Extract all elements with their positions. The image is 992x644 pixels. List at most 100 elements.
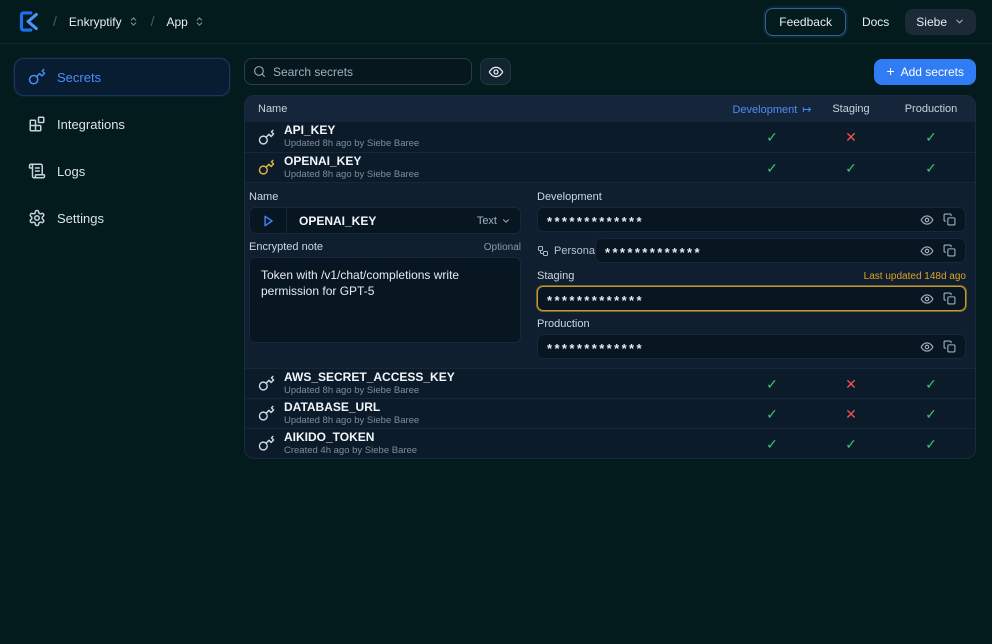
sidebar-item-integrations[interactable]: Integrations <box>14 105 230 143</box>
main-content: Add secrets Name Development Staging Pro… <box>244 44 992 459</box>
sidebar-item-settings[interactable]: Settings <box>14 199 230 237</box>
add-secrets-button[interactable]: Add secrets <box>874 59 976 85</box>
table-row-aws-secret-access-key[interactable]: AWS_SECRET_ACCESS_KEY Updated 8h ago by … <box>245 368 975 398</box>
note-optional-hint: Optional <box>484 242 521 253</box>
eye-icon <box>488 64 504 80</box>
status-production <box>887 407 975 421</box>
copy-icon <box>943 213 956 226</box>
chevrons-up-down-icon <box>128 16 139 27</box>
copy-icon <box>943 340 956 353</box>
sidebar: Secrets Integrations Logs Settings <box>0 44 244 459</box>
copy-production-button[interactable] <box>943 340 956 353</box>
status-development <box>729 161 815 175</box>
staging-last-updated: Last updated 148d ago <box>864 271 966 282</box>
table-row-database-url[interactable]: DATABASE_URL Updated 8h ago by Siebe Bar… <box>245 398 975 428</box>
secret-name: DATABASE_URL <box>284 401 419 415</box>
user-menu-button[interactable]: Siebe <box>905 9 976 35</box>
sidebar-item-secrets[interactable]: Secrets <box>14 58 230 96</box>
secret-name-input[interactable] <box>287 214 477 228</box>
enkryptify-logo-icon[interactable] <box>16 9 41 34</box>
copy-development-button[interactable] <box>943 213 956 226</box>
add-secrets-label: Add secrets <box>901 65 964 79</box>
copy-personal-button[interactable] <box>943 244 956 257</box>
search-input[interactable] <box>244 58 472 85</box>
secret-name: AIKIDO_TOKEN <box>284 431 417 445</box>
secret-type-select[interactable]: Text <box>477 215 520 227</box>
status-staging <box>815 407 887 421</box>
column-header-development[interactable]: Development <box>729 103 815 116</box>
status-development <box>729 407 815 421</box>
status-staging <box>815 161 887 175</box>
status-production <box>887 377 975 391</box>
eye-icon <box>920 244 934 258</box>
project-name: App <box>166 15 187 29</box>
docs-link[interactable]: Docs <box>862 15 889 29</box>
column-header-production[interactable]: Production <box>887 103 975 115</box>
reveal-staging-button[interactable] <box>920 292 934 306</box>
personal-secret-input[interactable]: ************* <box>595 238 966 263</box>
project-selector[interactable]: App <box>166 15 204 29</box>
secret-type-value: Text <box>477 215 497 227</box>
secret-meta: Updated 8h ago by Siebe Baree <box>284 138 419 149</box>
secret-meta: Updated 8h ago by Siebe Baree <box>284 169 419 180</box>
copy-icon <box>943 292 956 305</box>
table-header: Name Development Staging Production <box>245 96 975 122</box>
status-development <box>729 437 815 451</box>
sidebar-item-logs[interactable]: Logs <box>14 152 230 190</box>
development-field-label: Development <box>537 191 602 203</box>
blocks-icon <box>28 115 46 133</box>
status-staging <box>815 130 887 144</box>
personal-label: Personal <box>554 245 597 257</box>
breadcrumb-separator <box>151 13 155 31</box>
staging-secret-value: ************* <box>547 293 911 308</box>
production-field-label: Production <box>537 318 590 330</box>
table-row-api-key[interactable]: API_KEY Updated 8h ago by Siebe Baree <box>245 122 975 152</box>
encrypted-note-textarea[interactable]: Token with /v1/chat/completions write pe… <box>249 257 521 343</box>
workspace-name: Enkryptify <box>69 15 122 29</box>
note-field-label: Encrypted note <box>249 241 323 253</box>
status-production <box>887 437 975 451</box>
secret-meta: Updated 8h ago by Siebe Baree <box>284 415 419 426</box>
plus-icon <box>886 64 894 79</box>
secret-name: OPENAI_KEY <box>284 155 419 169</box>
column-header-name: Name <box>258 103 729 115</box>
reveal-production-button[interactable] <box>920 340 934 354</box>
production-secret-input[interactable]: ************* <box>537 334 966 359</box>
staging-secret-input[interactable]: ************* <box>537 286 966 311</box>
table-row-aikido-token[interactable]: AIKIDO_TOKEN Created 4h ago by Siebe Bar… <box>245 428 975 458</box>
reveal-all-button[interactable] <box>480 58 511 85</box>
top-bar: Enkryptify App Feedback Docs Siebe <box>0 0 992 44</box>
logs-icon <box>28 162 46 180</box>
feedback-button[interactable]: Feedback <box>765 8 846 36</box>
development-secret-input[interactable]: ************* <box>537 207 966 232</box>
key-icon <box>258 159 275 176</box>
reveal-personal-button[interactable] <box>920 244 934 258</box>
copy-staging-button[interactable] <box>943 292 956 305</box>
docs-label: Docs <box>862 15 889 29</box>
column-header-staging[interactable]: Staging <box>815 103 887 115</box>
workflow-icon <box>537 245 549 257</box>
status-production <box>887 130 975 144</box>
secrets-table: Name Development Staging Production API_… <box>244 95 976 459</box>
reveal-development-button[interactable] <box>920 213 934 227</box>
workspace-selector[interactable]: Enkryptify <box>69 15 139 29</box>
user-name: Siebe <box>916 15 947 29</box>
gear-icon <box>28 209 46 227</box>
key-icon <box>258 435 275 452</box>
status-development <box>729 377 815 391</box>
sidebar-item-label: Settings <box>57 211 104 226</box>
status-production <box>887 161 975 175</box>
development-secret-value: ************* <box>547 214 911 229</box>
chevron-down-icon <box>501 216 511 226</box>
eye-icon <box>920 213 934 227</box>
secret-meta: Created 4h ago by Siebe Baree <box>284 445 417 456</box>
status-staging <box>815 437 887 451</box>
search-icon <box>253 65 266 78</box>
table-row-openai-key[interactable]: OPENAI_KEY Updated 8h ago by Siebe Baree <box>245 152 975 182</box>
run-secret-button[interactable] <box>250 208 287 233</box>
secret-name: AWS_SECRET_ACCESS_KEY <box>284 371 455 385</box>
personal-secret-value: ************* <box>605 245 911 260</box>
secret-editor: Name Text Encrypted note Optional <box>245 182 975 368</box>
status-staging <box>815 377 887 391</box>
status-development <box>729 130 815 144</box>
